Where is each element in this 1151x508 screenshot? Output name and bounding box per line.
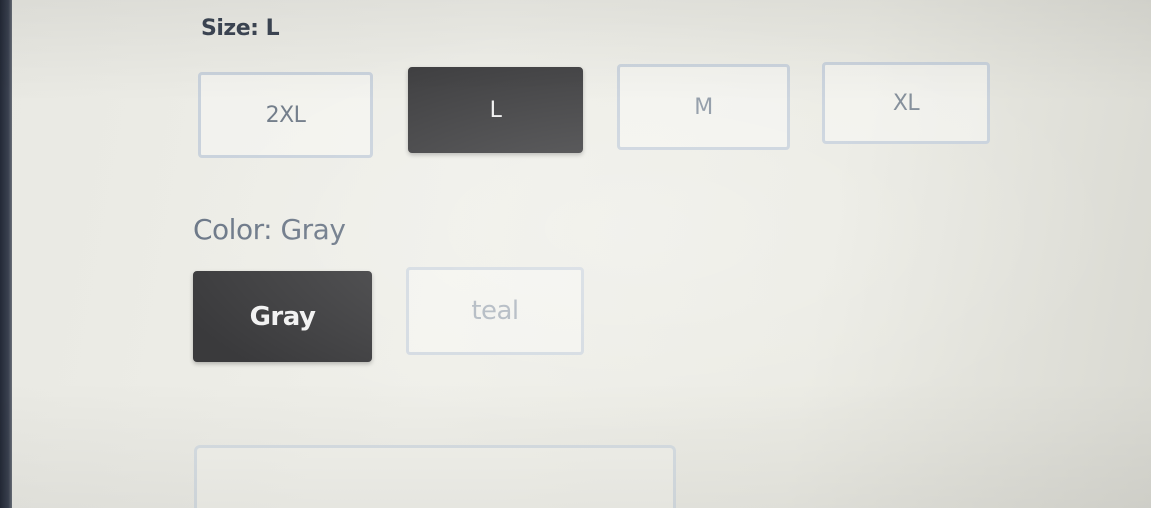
size-option-xl[interactable]: XL	[822, 62, 990, 144]
screen-bezel	[0, 0, 12, 508]
color-label: Color: Gray	[193, 213, 346, 246]
size-option-2xl[interactable]: 2XL	[198, 72, 373, 158]
color-option-gray[interactable]: Gray	[193, 271, 372, 362]
size-option-m[interactable]: M	[617, 64, 790, 150]
quantity-input-box[interactable]	[194, 445, 676, 508]
product-options-page: { "size": { "label": "Size: L", "options…	[0, 0, 1151, 508]
size-label: Size: L	[201, 16, 280, 41]
size-option-l[interactable]: L	[408, 67, 583, 153]
color-option-teal[interactable]: teal	[406, 267, 584, 355]
